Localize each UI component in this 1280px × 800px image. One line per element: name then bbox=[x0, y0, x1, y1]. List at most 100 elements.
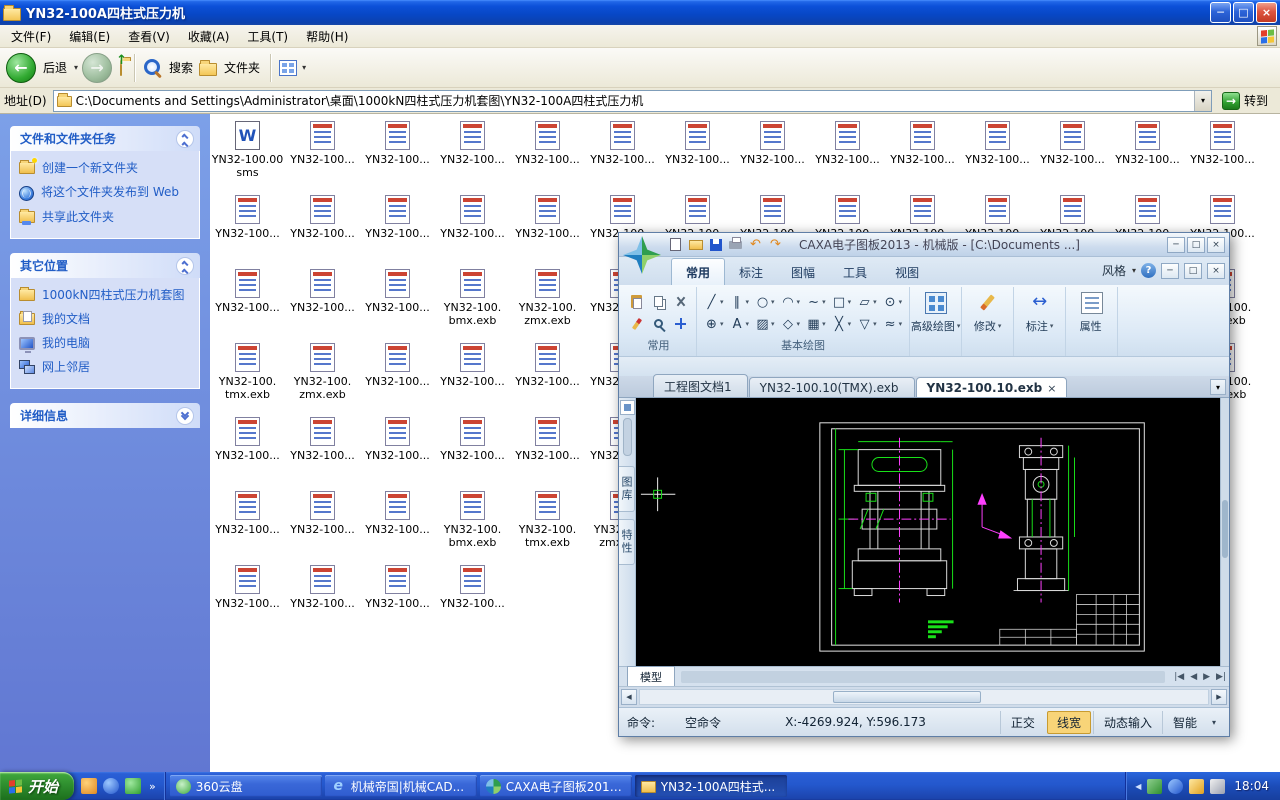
style-menu[interactable]: 风格 bbox=[1102, 262, 1126, 279]
file-item[interactable]: YN32-100... bbox=[735, 118, 810, 192]
file-item[interactable]: YN32-100... bbox=[285, 192, 360, 266]
ribbon-tab[interactable]: 工具 bbox=[829, 259, 881, 285]
file-item[interactable]: YN32-100... bbox=[510, 192, 585, 266]
ribbon-big-button[interactable]: 高级绘图▾ bbox=[910, 287, 962, 356]
document-tab[interactable]: YN32-100.10(TMX).exb bbox=[749, 377, 915, 397]
file-item[interactable]: YN32-100. tmx.exb bbox=[510, 488, 585, 562]
up-one-level-button[interactable]: ↑ bbox=[120, 61, 122, 75]
maximize-button[interactable]: □ bbox=[1233, 2, 1254, 23]
status-toggle[interactable]: 智能 bbox=[1162, 711, 1207, 734]
draw-tool-icon[interactable]: ╱▾ bbox=[702, 292, 726, 312]
file-item[interactable]: YN32-100... bbox=[435, 340, 510, 414]
print-icon[interactable] bbox=[727, 236, 744, 253]
menu-item[interactable]: 文件(F) bbox=[2, 25, 60, 48]
scroll-left-icon[interactable]: ◀ bbox=[621, 689, 637, 705]
draw-tool-icon[interactable]: ▱▾ bbox=[855, 292, 879, 312]
open-file-icon[interactable] bbox=[687, 236, 704, 253]
draw-tool-icon[interactable]: ⊕▾ bbox=[702, 314, 726, 334]
document-tab[interactable]: 工程图文档1 bbox=[653, 374, 748, 397]
ribbon-big-button[interactable]: 修改▾ bbox=[962, 287, 1014, 356]
back-button[interactable]: ← bbox=[6, 53, 36, 83]
tray-antivirus-icon[interactable] bbox=[1147, 779, 1162, 794]
caxa-titlebar[interactable]: ↶ ↷ CAXA电子图板2013 - 机械版 - [C:\Documents .… bbox=[619, 233, 1229, 257]
quick-launch-icon-3[interactable] bbox=[125, 778, 141, 794]
horizontal-scrollbar[interactable]: ◀ ▶ bbox=[619, 686, 1229, 707]
sidebar-place-item[interactable]: 我的文档 bbox=[19, 312, 191, 327]
ribbon-tab[interactable]: 图幅 bbox=[777, 259, 829, 285]
menu-item[interactable]: 帮助(H) bbox=[297, 25, 357, 48]
dock-scrollbar[interactable] bbox=[623, 418, 632, 456]
tray-chevron-icon[interactable]: ◀ bbox=[1135, 782, 1141, 791]
ribbon-big-button[interactable]: 属性 bbox=[1066, 287, 1118, 356]
menu-item[interactable]: 查看(V) bbox=[119, 25, 179, 48]
file-item[interactable]: YN32-100... bbox=[360, 118, 435, 192]
file-item[interactable]: YN32-100... bbox=[285, 266, 360, 340]
file-item[interactable]: YN32-100... bbox=[660, 118, 735, 192]
file-item[interactable]: YN32-100... bbox=[1110, 118, 1185, 192]
ribbon-tab[interactable]: 标注 bbox=[725, 259, 777, 285]
menu-item[interactable]: 收藏(A) bbox=[179, 25, 239, 48]
style-dropdown-icon[interactable]: ▾ bbox=[1132, 266, 1136, 275]
draw-tool-icon[interactable]: ▨▾ bbox=[753, 314, 777, 334]
sidebar-place-item[interactable]: 我的电脑 bbox=[19, 336, 191, 351]
file-item[interactable]: YN32-100... bbox=[210, 488, 285, 562]
collapse-chevron-icon[interactable] bbox=[176, 257, 194, 275]
file-item[interactable]: YN32-100... bbox=[435, 562, 510, 636]
sheet-nav-icon[interactable]: ◀ bbox=[1187, 672, 1200, 682]
properties-panel-tab[interactable]: 特性 bbox=[619, 519, 635, 565]
file-item[interactable]: YN32-100... bbox=[285, 488, 360, 562]
zoom-icon[interactable] bbox=[648, 313, 669, 334]
redo-icon[interactable]: ↷ bbox=[767, 236, 784, 253]
minimize-button[interactable]: ─ bbox=[1167, 237, 1185, 253]
status-toggle[interactable]: 动态输入 bbox=[1093, 711, 1162, 734]
doc-restore-button[interactable]: □ bbox=[1184, 263, 1202, 279]
menu-item[interactable]: 工具(T) bbox=[238, 25, 297, 48]
details-header[interactable]: 详细信息 bbox=[10, 403, 200, 428]
draw-tool-icon[interactable]: ◠▾ bbox=[779, 292, 803, 312]
tab-scroll-track[interactable] bbox=[681, 671, 1165, 683]
draw-tool-icon[interactable]: ∥▾ bbox=[728, 292, 752, 312]
file-item[interactable]: YN32-100... bbox=[510, 340, 585, 414]
draw-tool-icon[interactable]: ≈▾ bbox=[881, 314, 905, 334]
taskbar-button[interactable]: CAXA电子图板2013... bbox=[480, 775, 632, 797]
folders-icon[interactable] bbox=[199, 63, 217, 76]
model-tab[interactable]: 模型 bbox=[627, 666, 675, 688]
draw-tool-icon[interactable]: ╳▾ bbox=[830, 314, 854, 334]
scroll-right-icon[interactable]: ▶ bbox=[1211, 689, 1227, 705]
ribbon-tab[interactable]: 常用 bbox=[671, 258, 725, 285]
undo-icon[interactable]: ↶ bbox=[747, 236, 764, 253]
sheet-nav-icon[interactable]: ▶ bbox=[1200, 672, 1213, 682]
file-item[interactable]: YN32-100... bbox=[510, 414, 585, 488]
collapse-chevron-icon[interactable] bbox=[176, 130, 194, 148]
file-item[interactable]: YN32-100. bmx.exb bbox=[435, 266, 510, 340]
forward-button[interactable]: → bbox=[82, 53, 112, 83]
pan-icon[interactable] bbox=[670, 313, 691, 334]
go-button[interactable]: → 转到 bbox=[1218, 89, 1276, 113]
other-places-header[interactable]: 其它位置 bbox=[10, 253, 200, 278]
menu-item[interactable]: 编辑(E) bbox=[60, 25, 119, 48]
search-icon[interactable] bbox=[143, 58, 162, 77]
new-file-icon[interactable] bbox=[667, 236, 684, 253]
file-item[interactable]: YN32-100... bbox=[210, 266, 285, 340]
file-item[interactable]: YN32-100... bbox=[360, 562, 435, 636]
cut-icon[interactable] bbox=[670, 291, 691, 312]
file-item[interactable]: YN32-100... bbox=[1185, 118, 1260, 192]
file-item[interactable]: YN32-100... bbox=[885, 118, 960, 192]
file-item[interactable]: YN32-100... bbox=[960, 118, 1035, 192]
draw-tool-icon[interactable]: □▾ bbox=[830, 292, 854, 312]
address-input[interactable]: C:\Documents and Settings\Administrator\… bbox=[53, 90, 1212, 112]
draw-tool-icon[interactable]: ~▾ bbox=[804, 292, 828, 312]
file-item[interactable]: YN32-100... bbox=[360, 266, 435, 340]
paste-icon[interactable] bbox=[626, 291, 647, 312]
file-item[interactable]: YN32-100... bbox=[435, 414, 510, 488]
file-item[interactable]: YN32-100.00 sms bbox=[210, 118, 285, 192]
file-item[interactable]: YN32-100... bbox=[285, 414, 360, 488]
file-tasks-header[interactable]: 文件和文件夹任务 bbox=[10, 126, 200, 151]
copy-icon[interactable] bbox=[648, 291, 669, 312]
ribbon-tab[interactable]: 视图 bbox=[881, 259, 933, 285]
draw-tool-icon[interactable]: ▽▾ bbox=[855, 314, 879, 334]
status-toggle[interactable]: 正交 bbox=[1000, 711, 1045, 734]
file-item[interactable]: YN32-100... bbox=[285, 118, 360, 192]
quick-launch-icon-2[interactable] bbox=[103, 778, 119, 794]
file-item[interactable]: YN32-100... bbox=[210, 414, 285, 488]
